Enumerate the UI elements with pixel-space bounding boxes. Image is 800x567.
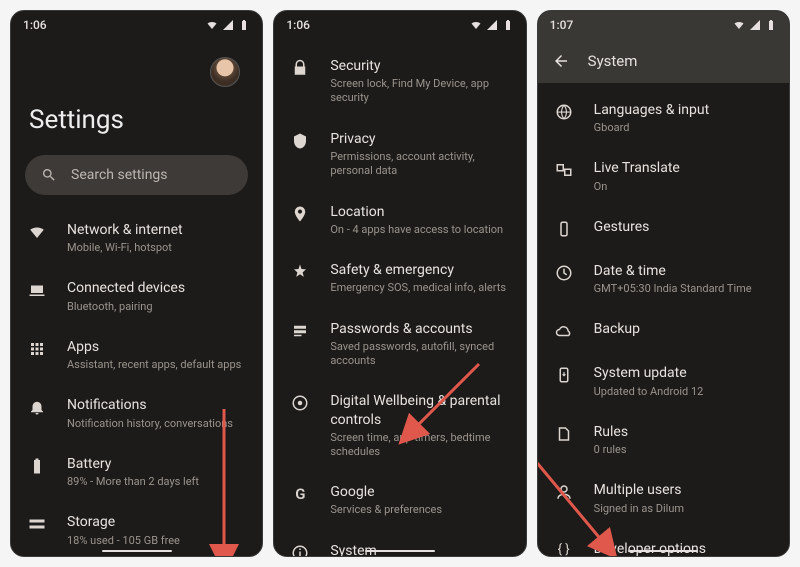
status-icons — [733, 19, 777, 31]
battery-icon — [28, 457, 46, 475]
item-gestures[interactable]: Gestures — [538, 206, 789, 250]
battery-icon — [765, 19, 777, 31]
info-icon — [291, 544, 309, 556]
braces-icon: { } — [558, 542, 570, 556]
item-google[interactable]: G GoogleServices & preferences — [274, 471, 525, 529]
globe-icon — [555, 103, 573, 121]
google-icon: G — [295, 485, 305, 503]
privacy-icon — [291, 132, 309, 150]
status-icons — [470, 19, 514, 31]
item-multiple-users[interactable]: Multiple usersSigned in as Dilum — [538, 469, 789, 527]
storage-icon — [28, 515, 46, 533]
header-bar: System — [538, 39, 789, 83]
update-icon — [555, 366, 573, 384]
item-storage[interactable]: Storage18% used - 105 GB free — [11, 501, 262, 556]
gesture-icon — [555, 220, 573, 238]
item-passwords[interactable]: Passwords & accountsSaved passwords, aut… — [274, 308, 525, 381]
status-bar: 1:07 — [538, 11, 789, 39]
signal-icon — [486, 19, 498, 31]
translate-icon — [555, 161, 573, 179]
item-notifications[interactable]: NotificationsNotification history, conve… — [11, 384, 262, 442]
item-date-time[interactable]: Date & timeGMT+05:30 India Standard Time — [538, 250, 789, 308]
item-system[interactable]: SystemLanguages, gestures, time, backup — [274, 530, 525, 556]
status-bar: 1:06 — [274, 11, 525, 39]
profile-avatar[interactable] — [210, 57, 240, 87]
content-area: SecurityScreen lock, Find My Device, app… — [274, 39, 525, 556]
status-icons — [206, 19, 250, 31]
settings-list[interactable]: SecurityScreen lock, Find My Device, app… — [274, 39, 525, 556]
status-time: 1:07 — [550, 18, 574, 32]
item-safety[interactable]: Safety & emergencyEmergency SOS, medical… — [274, 249, 525, 307]
nav-handle[interactable] — [628, 550, 698, 553]
content-area: Languages & inputGboard Live TranslateOn… — [538, 83, 789, 556]
settings-list[interactable]: Network & internetMobile, Wi-Fi, hotspot… — [11, 209, 262, 556]
location-icon — [291, 205, 309, 223]
battery-icon — [502, 19, 514, 31]
wifi-icon — [470, 19, 482, 31]
wellbeing-icon — [291, 394, 309, 412]
battery-icon — [238, 19, 250, 31]
item-connected-devices[interactable]: Connected devicesBluetooth, pairing — [11, 267, 262, 325]
search-input[interactable]: Search settings — [25, 155, 248, 195]
status-time: 1:06 — [23, 18, 47, 32]
content-area: Settings Search settings Network & inter… — [11, 39, 262, 556]
user-icon — [555, 483, 573, 501]
phone-system-menu: 1:07 System Languages & inputGboard Live… — [537, 10, 790, 557]
avatar-row — [11, 39, 262, 87]
back-icon[interactable] — [552, 52, 570, 70]
item-battery[interactable]: Battery89% - More than 2 days left — [11, 443, 262, 501]
item-wellbeing[interactable]: Digital Wellbeing & parental controlsScr… — [274, 380, 525, 471]
page-title: Settings — [11, 87, 262, 151]
wifi-icon — [733, 19, 745, 31]
status-bar: 1:06 — [11, 11, 262, 39]
item-network[interactable]: Network & internetMobile, Wi-Fi, hotspot — [11, 209, 262, 267]
item-location[interactable]: LocationOn - 4 apps have access to locat… — [274, 191, 525, 249]
key-icon — [291, 322, 309, 340]
item-apps[interactable]: AppsAssistant, recent apps, default apps — [11, 326, 262, 384]
item-backup[interactable]: Backup — [538, 308, 789, 352]
header-title: System — [588, 52, 638, 70]
wifi-icon — [28, 223, 46, 241]
item-system-update[interactable]: System updateUpdated to Android 12 — [538, 352, 789, 410]
status-time: 1:06 — [286, 18, 310, 32]
search-icon — [41, 167, 57, 183]
cloud-icon — [555, 322, 573, 340]
item-privacy[interactable]: PrivacyPermissions, account activity, pe… — [274, 118, 525, 191]
nav-handle[interactable] — [365, 550, 435, 553]
lock-icon — [291, 59, 309, 77]
rules-icon — [555, 425, 573, 443]
signal-icon — [749, 19, 761, 31]
devices-icon — [28, 281, 46, 299]
phone-settings-main: 1:06 Settings Search settings Network & … — [10, 10, 263, 557]
item-rules[interactable]: Rules0 rules — [538, 411, 789, 469]
phone-settings-continued: 1:06 SecurityScreen lock, Find My Device… — [273, 10, 526, 557]
item-security[interactable]: SecurityScreen lock, Find My Device, app… — [274, 45, 525, 118]
apps-icon — [28, 340, 46, 358]
search-placeholder: Search settings — [71, 167, 168, 183]
clock-icon — [555, 264, 573, 282]
nav-handle[interactable] — [102, 550, 172, 553]
bell-icon — [28, 398, 46, 416]
wifi-icon — [206, 19, 218, 31]
system-list[interactable]: Languages & inputGboard Live TranslateOn… — [538, 83, 789, 556]
signal-icon — [222, 19, 234, 31]
emergency-icon — [291, 263, 309, 281]
item-live-translate[interactable]: Live TranslateOn — [538, 147, 789, 205]
item-languages[interactable]: Languages & inputGboard — [538, 89, 789, 147]
